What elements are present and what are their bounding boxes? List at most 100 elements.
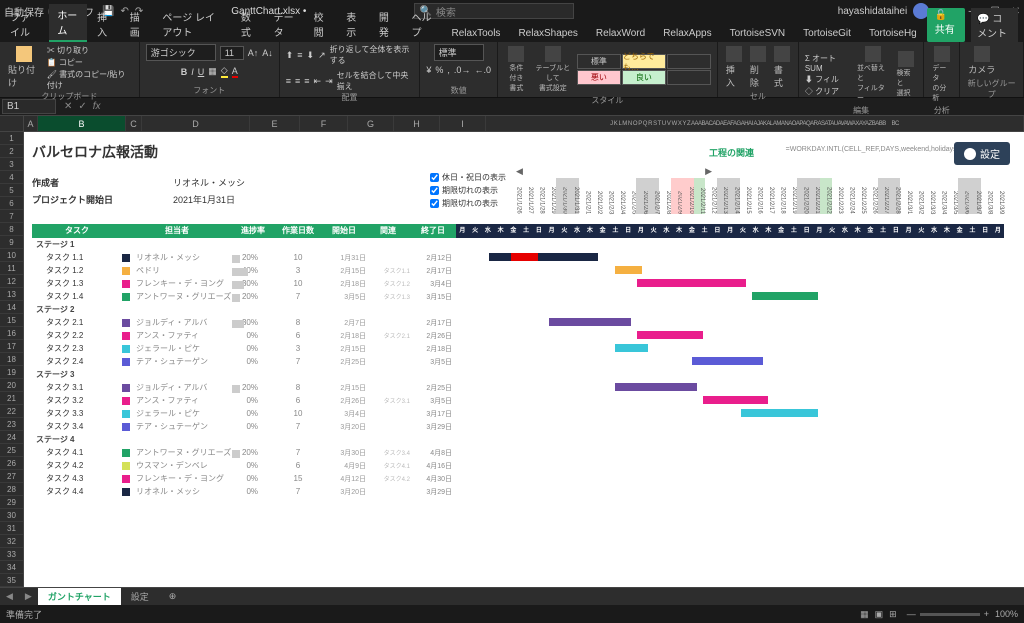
check-holidays[interactable]: 休日・祝日の表示 <box>430 172 506 183</box>
tab-dev[interactable]: 開発 <box>371 6 402 42</box>
tab-review[interactable]: 校閲 <box>306 6 337 42</box>
tab-file[interactable]: ファイル <box>2 6 47 42</box>
view-break-icon[interactable]: ⊞ <box>889 609 897 620</box>
delete-cells-button[interactable]: 削除 <box>748 44 768 91</box>
table-row[interactable]: ステージ 4 <box>32 433 1004 446</box>
decrease-font-icon[interactable]: A↓ <box>262 48 273 58</box>
zoom-in-icon[interactable]: + <box>984 609 989 619</box>
table-row[interactable]: ステージ 1 <box>32 238 1004 251</box>
currency-icon[interactable]: ¥ <box>426 65 431 75</box>
font-color-button[interactable]: A <box>232 66 238 78</box>
tab-relaxword[interactable]: RelaxWord <box>588 25 653 42</box>
bold-button[interactable]: B <box>181 67 188 77</box>
copy-button[interactable]: 📋 コピー <box>47 57 133 68</box>
comma-icon[interactable]: , <box>447 65 450 75</box>
worksheet[interactable]: 1234567891011121314151617181920212223242… <box>0 132 1024 600</box>
analyze-button[interactable]: データ の分析 <box>930 44 953 105</box>
view-normal-icon[interactable]: ▦ <box>860 609 869 620</box>
clear-button[interactable]: ◇ クリア <box>805 86 851 97</box>
table-row[interactable]: タスク 4.4リオネル・メッシ0%73月20日3月29日 <box>32 485 1004 498</box>
align-top-icon[interactable]: ⬆ <box>286 50 294 61</box>
check-overdue2[interactable]: 期限切れの表示 <box>430 198 506 209</box>
table-row[interactable]: タスク 4.2ウスマン・デンベレ0%64月9日タスク4.14月16日 <box>32 459 1004 472</box>
zoom-slider[interactable] <box>920 613 980 616</box>
date-prev-icon[interactable]: ◀ <box>516 166 523 177</box>
orientation-icon[interactable]: ↗ <box>318 50 326 61</box>
view-layout-icon[interactable]: ▣ <box>875 609 884 620</box>
table-row[interactable]: タスク 2.2アンス・ファティ0%62月18日タスク2.12月26日 <box>32 329 1004 342</box>
tab-hg[interactable]: TortoiseHg <box>861 25 925 42</box>
inc-decimal-icon[interactable]: .0→ <box>454 65 471 75</box>
tab-relaxapps[interactable]: RelaxApps <box>655 25 719 42</box>
align-mid-icon[interactable]: ≡ <box>297 50 302 60</box>
tab-draw[interactable]: 描画 <box>122 6 153 42</box>
table-row[interactable]: タスク 1.4アントワーヌ・グリエーズ20%73月5日タスク1.33月15日 <box>32 290 1004 303</box>
ok-fx-icon[interactable]: ✓ <box>78 101 86 112</box>
fill-color-button[interactable]: ◇ <box>221 65 228 78</box>
share-button[interactable]: 🔓 共有 <box>927 8 965 42</box>
zoom-level[interactable]: 100% <box>995 609 1018 619</box>
table-row[interactable]: タスク 2.3ジェラール・ピケ0%32月15日2月18日 <box>32 342 1004 355</box>
tab-home[interactable]: ホーム <box>49 4 87 42</box>
table-row[interactable]: タスク 3.3ジェラール・ピケ0%103月4日3月17日 <box>32 407 1004 420</box>
autosum-button[interactable]: Σ オート SUM <box>805 53 851 73</box>
table-row[interactable]: タスク 2.4テア・シュテーゲン0%72月25日3月5日 <box>32 355 1004 368</box>
align-bot-icon[interactable]: ⬇ <box>307 50 315 61</box>
align-left-icon[interactable]: ≡ <box>286 76 291 86</box>
font-name-dropdown[interactable]: 游ゴシック <box>146 44 216 61</box>
sheet-nav-next[interactable]: ▶ <box>19 591 38 602</box>
font-size-dropdown[interactable]: 11 <box>220 46 244 60</box>
comment-button[interactable]: 💬 コメント <box>971 8 1018 42</box>
indent-inc-icon[interactable]: ⇥ <box>325 76 333 87</box>
tab-svn[interactable]: TortoiseSVN <box>722 25 794 42</box>
column-headers[interactable]: A B C D E F G H I J K L M N O P Q R S T … <box>0 116 1024 132</box>
tab-relaxtools[interactable]: RelaxTools <box>444 25 509 42</box>
dec-decimal-icon[interactable]: ←.0 <box>474 65 491 75</box>
user-menu[interactable]: hayashidataihei <box>838 3 930 19</box>
sheet-tab-settings[interactable]: 設定 <box>121 588 159 605</box>
camera-button[interactable]: カメラ <box>966 44 997 78</box>
insert-cells-button[interactable]: 挿入 <box>724 44 744 91</box>
date-next-icon[interactable]: ▶ <box>705 166 712 177</box>
format-cells-button[interactable]: 書式 <box>772 44 792 91</box>
table-row[interactable]: タスク 1.3フレンキー・デ・ヨング30%102月18日タスク1.23月4日 <box>32 277 1004 290</box>
italic-button[interactable]: I <box>191 67 194 77</box>
increase-font-icon[interactable]: A↑ <box>248 48 259 58</box>
tab-insert[interactable]: 挿入 <box>89 6 120 42</box>
find-button[interactable]: 検索と 選択 <box>894 49 917 100</box>
format-table-button[interactable]: テーブルとして 書式設定 <box>533 44 573 95</box>
name-box[interactable]: B1 <box>2 99 56 114</box>
sheet-nav-prev[interactable]: ◀ <box>0 591 19 602</box>
tab-relaxshapes[interactable]: RelaxShapes <box>510 25 585 42</box>
zoom-out-icon[interactable]: — <box>907 609 916 619</box>
format-painter-button[interactable]: 🖌 書式のコピー/貼り付け <box>47 69 133 91</box>
number-format-dropdown[interactable]: 標準 <box>434 44 484 61</box>
settings-button[interactable]: 設定 <box>954 142 1010 165</box>
tab-formulas[interactable]: 数式 <box>233 6 264 42</box>
new-sheet-button[interactable]: ⊕ <box>159 589 187 604</box>
cut-button[interactable]: ✂ 切り取り <box>47 45 133 56</box>
table-row[interactable]: タスク 4.1アントワーヌ・グリエーズ20%73月30日タスク3.44月8日 <box>32 446 1004 459</box>
tab-data[interactable]: データ <box>266 6 304 42</box>
check-overdue1[interactable]: 期限切れの表示 <box>430 185 506 196</box>
cancel-fx-icon[interactable]: ✕ <box>64 101 72 112</box>
cell-styles-gallery[interactable]: 標準 どちらでも… 悪い 良い <box>577 54 711 85</box>
cond-format-button[interactable]: 条件付き 書式 <box>504 44 529 95</box>
table-row[interactable]: タスク 1.1リオネル・メッシ20%101月31日2月12日 <box>32 251 1004 264</box>
merge-button[interactable]: セルを結合して中央揃え <box>337 70 414 92</box>
align-right-icon[interactable]: ≡ <box>304 76 309 86</box>
wrap-button[interactable]: 折り返して全体を表示する <box>330 44 414 66</box>
underline-button[interactable]: U <box>198 67 205 77</box>
fill-button[interactable]: ⬇ フィル <box>805 74 851 85</box>
sort-filter-button[interactable]: 並べ替えと フィルター <box>855 44 891 105</box>
tab-git[interactable]: TortoiseGit <box>795 25 859 42</box>
table-row[interactable]: タスク 3.4テア・シュテーゲン0%73月20日3月29日 <box>32 420 1004 433</box>
border-button[interactable]: ▦ <box>208 66 217 77</box>
percent-icon[interactable]: % <box>435 65 443 75</box>
align-center-icon[interactable]: ≡ <box>295 76 300 86</box>
tab-layout[interactable]: ページ レイアウト <box>154 6 231 42</box>
table-row[interactable]: ステージ 2 <box>32 303 1004 316</box>
table-row[interactable]: タスク 4.3フレンキー・デ・ヨング0%154月12日タスク4.24月30日 <box>32 472 1004 485</box>
table-row[interactable]: ステージ 3 <box>32 368 1004 381</box>
row-headers[interactable]: 1234567891011121314151617181920212223242… <box>0 132 24 600</box>
